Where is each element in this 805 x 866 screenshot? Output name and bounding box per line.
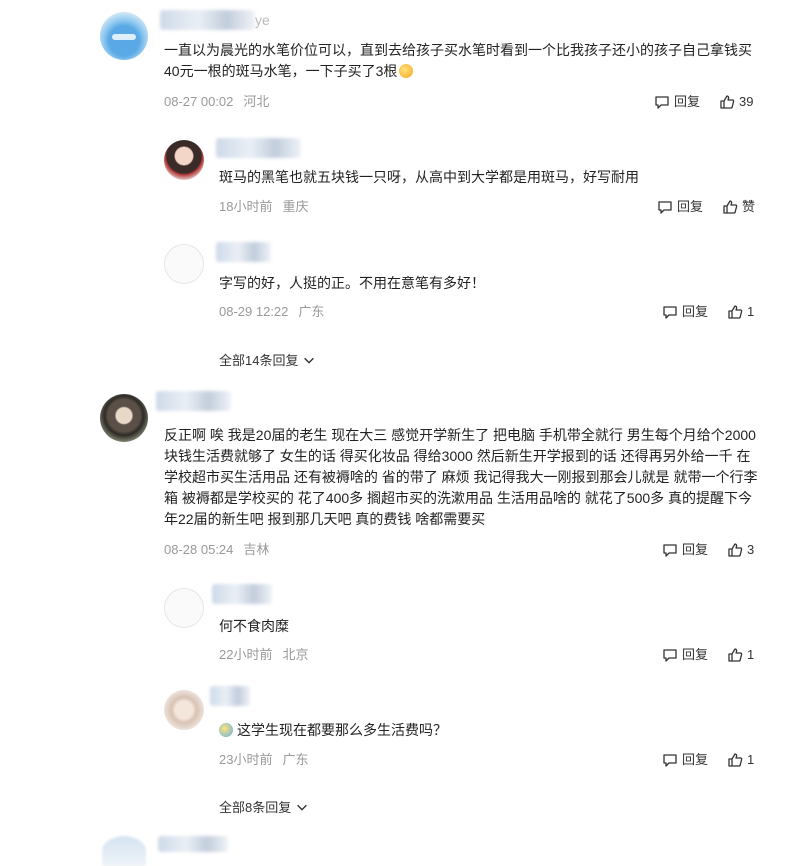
location: 广东: [298, 304, 325, 319]
location: 北京: [282, 647, 309, 662]
like-button[interactable]: 3: [727, 540, 754, 560]
show-all-replies-button[interactable]: 全部8条回复: [219, 797, 309, 816]
reply-meta: 08-29 12:22 广东: [219, 302, 324, 322]
reply-button[interactable]: 回复: [654, 92, 700, 112]
location: 广东: [282, 752, 309, 767]
like-button[interactable]: 1: [727, 645, 754, 665]
username-suffix: ye: [255, 12, 270, 28]
reply-icon: [663, 544, 677, 557]
like-button[interactable]: 1: [727, 302, 754, 322]
like-button[interactable]: 赞: [722, 197, 755, 217]
reply-avatar[interactable]: [164, 588, 204, 628]
timestamp: 18小时前: [219, 199, 273, 214]
thumbs-up-icon: [728, 305, 743, 319]
thumbs-up-icon: [728, 543, 743, 557]
like-button[interactable]: 39: [719, 92, 753, 112]
reply-avatar[interactable]: [164, 140, 204, 180]
reply-icon: [663, 754, 677, 767]
timestamp: 08-28 05:24: [164, 542, 234, 557]
reply-icon: [655, 96, 669, 109]
username-blurred[interactable]: [156, 391, 231, 411]
timestamp: 22小时前: [219, 647, 273, 662]
reply-icon: [663, 649, 677, 662]
dizzy-emoji-icon: [219, 723, 233, 737]
reply-text: 何不食肉糜: [219, 618, 289, 634]
reply-text: 这学生现在都要那么多生活费吗？: [219, 720, 759, 741]
reply-button[interactable]: 回复: [662, 645, 708, 665]
reply-username-blurred[interactable]: [216, 242, 271, 262]
reply-text: 字写的好，人挺的正。不用在意笔有多好！: [219, 275, 485, 291]
reply-meta: 22小时前 北京: [219, 645, 308, 665]
reply-username-blurred[interactable]: [210, 686, 250, 706]
reply-icon: [663, 306, 677, 319]
comment-meta: 08-28 05:24 吉林: [164, 540, 269, 560]
reply-avatar[interactable]: [164, 244, 204, 284]
reply-text: 斑马的黑笔也就五块钱一只呀，从高中到大学都是用斑马，好写耐用: [219, 169, 639, 185]
reply-button[interactable]: 回复: [662, 302, 708, 322]
like-button[interactable]: 1: [727, 750, 754, 770]
reply-button[interactable]: 回复: [657, 197, 703, 217]
laughing-emoji-icon: [399, 64, 414, 78]
reply-button[interactable]: 回复: [662, 540, 708, 560]
timestamp: 08-29 12:22: [219, 304, 289, 319]
comment-meta: 08-27 00:02 河北: [164, 92, 269, 112]
chevron-down-icon: [304, 357, 315, 364]
comment-1: ye 一直以为晨光的水笔价位可以，直到去给孩子买水笔时看到一个比我孩子还小的孩子…: [0, 0, 805, 380]
location: 重庆: [282, 199, 309, 214]
thumbs-up-icon: [728, 753, 743, 767]
reply-meta: 23小时前 广东: [219, 750, 308, 770]
thumbs-up-icon: [723, 200, 738, 214]
reply-username-blurred[interactable]: [212, 584, 272, 604]
avatar[interactable]: [100, 394, 148, 442]
thumbs-up-icon: [728, 648, 743, 662]
avatar[interactable]: [102, 836, 146, 866]
location: 河北: [243, 94, 270, 109]
reply-avatar[interactable]: [164, 690, 204, 730]
comment-text: 一直以为晨光的水笔价位可以，直到去给孩子买水笔时看到一个比我孩子还小的孩子自己拿…: [164, 42, 752, 79]
reply-username-blurred[interactable]: [216, 138, 301, 158]
location: 吉林: [243, 542, 270, 557]
timestamp: 23小时前: [219, 752, 273, 767]
username-blurred[interactable]: [160, 10, 255, 30]
reply-meta: 18小时前 重庆: [219, 197, 308, 217]
show-all-replies-button[interactable]: 全部14条回复: [219, 350, 316, 369]
chevron-down-icon: [297, 804, 308, 811]
reply-button[interactable]: 回复: [662, 750, 708, 770]
avatar[interactable]: [100, 12, 148, 60]
timestamp: 08-27 00:02: [164, 94, 234, 109]
thumbs-up-icon: [720, 95, 735, 109]
username-blurred[interactable]: [158, 836, 228, 852]
reply-icon: [658, 201, 672, 214]
comment-text: 反正啊 唉 我是20届的老生 现在大三 感觉开学新生了 把电脑 手机带全就行 男…: [164, 427, 758, 527]
